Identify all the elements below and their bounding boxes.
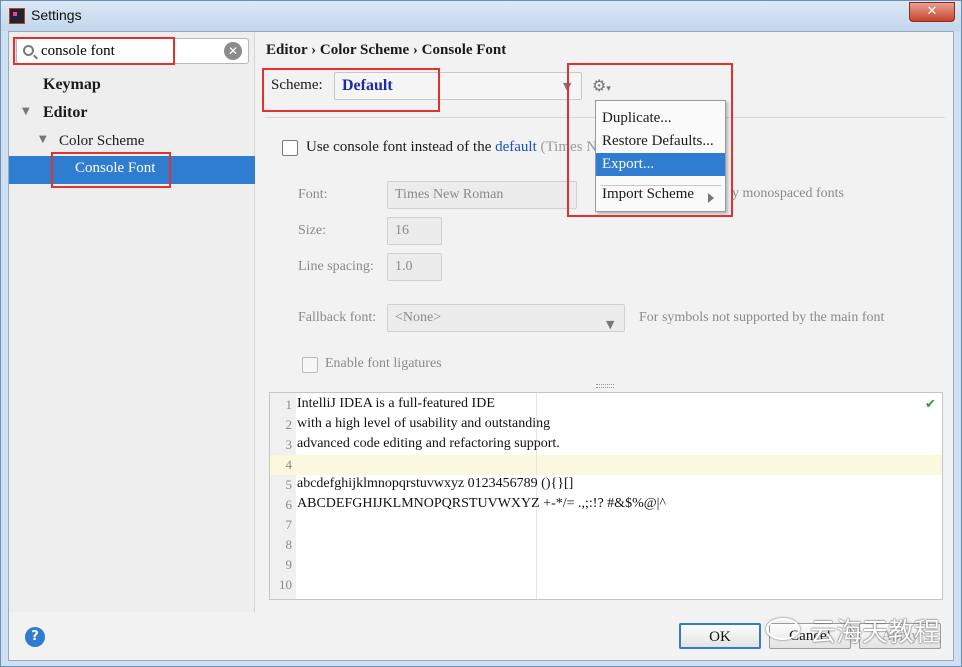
console-font-highlight-box xyxy=(51,152,171,188)
line-number: 4 xyxy=(285,457,293,472)
search-highlight-box xyxy=(13,37,175,65)
wechat-icon xyxy=(766,618,800,640)
line-number: 3 xyxy=(285,437,293,452)
fallback-font-value: <None> xyxy=(395,310,442,325)
close-window-button[interactable]: ✕ xyxy=(909,2,955,22)
fallback-font-combo[interactable]: <None> ▼ xyxy=(387,304,625,332)
size-field[interactable]: 16 xyxy=(387,217,442,245)
tree-item-editor[interactable]: Editor xyxy=(43,100,87,126)
line-number: 9 xyxy=(285,557,293,572)
splitter-handle[interactable] xyxy=(596,384,614,388)
fallback-chevron-down-icon: ▼ xyxy=(606,318,615,331)
size-label: Size: xyxy=(298,223,326,238)
code-line: abcdefghijklmnopqrstuvwxyz 0123456789 ()… xyxy=(297,476,574,491)
code-line: IntelliJ IDEA is a full-featured IDE xyxy=(297,396,495,411)
tree-item-keymap[interactable]: Keymap xyxy=(43,72,101,98)
fallback-font-label: Fallback font: xyxy=(298,310,377,325)
help-icon[interactable]: ? xyxy=(25,627,45,647)
default-font-link[interactable]: default xyxy=(495,139,537,155)
font-label: Font: xyxy=(298,187,328,202)
line-spacing-field[interactable]: 1.0 xyxy=(387,253,442,281)
code-line: with a high level of usability and outst… xyxy=(297,416,551,431)
line-spacing-label: Line spacing: xyxy=(298,259,374,274)
use-console-font-text: Use console font instead of the xyxy=(306,139,492,155)
line-number: 2 xyxy=(285,417,293,432)
expand-editor-arrow-icon[interactable]: ▼ xyxy=(22,107,32,117)
watermark-text: 云海天教程 xyxy=(810,618,941,648)
watermark: 云海天教程 xyxy=(766,610,946,650)
monospaced-only-label: y monospaced fonts xyxy=(732,186,844,201)
ok-button[interactable]: OK xyxy=(679,623,761,649)
code-line: ABCDEFGHIJKLMNOPQRSTUVWXYZ +-*/= .,;:!? … xyxy=(297,496,666,511)
current-line-highlight xyxy=(270,455,942,475)
fallback-font-hint: For symbols not supported by the main fo… xyxy=(639,310,885,325)
use-console-font-label: Use console font instead of the default … xyxy=(306,139,597,156)
tree-item-color-scheme[interactable]: Color Scheme xyxy=(59,128,144,154)
line-number: 1 xyxy=(285,397,293,412)
line-number: 6 xyxy=(285,497,293,512)
font-combo[interactable]: Times New Roman xyxy=(387,181,577,209)
scheme-highlight-box xyxy=(262,68,440,112)
line-number: 10 xyxy=(279,577,292,592)
use-console-font-checkbox[interactable] xyxy=(282,140,298,156)
intellij-app-icon xyxy=(9,8,25,24)
settings-tree-pane: ✕ Keymap ▼ Editor ▼ Color Scheme Console… xyxy=(9,32,255,612)
line-number: 8 xyxy=(285,537,293,552)
gear-menu-highlight-box xyxy=(567,63,733,217)
window-title: Settings xyxy=(31,7,82,23)
inspection-ok-icon: ✔ xyxy=(925,397,936,412)
code-line: advanced code editing and refactoring su… xyxy=(297,436,560,451)
settings-window: Settings ✕ ✕ Keymap ▼ Editor ▼ Color Sch… xyxy=(0,0,962,667)
title-bar: Settings ✕ xyxy=(1,1,961,31)
enable-ligatures-label: Enable font ligatures xyxy=(325,356,442,371)
dialog-client-area: ✕ Keymap ▼ Editor ▼ Color Scheme Console… xyxy=(8,31,954,661)
expand-color-scheme-arrow-icon[interactable]: ▼ xyxy=(39,135,49,145)
enable-ligatures-checkbox[interactable] xyxy=(302,357,318,373)
line-number: 7 xyxy=(285,517,293,532)
clear-search-icon[interactable]: ✕ xyxy=(224,42,242,60)
breadcrumb: Editor › Color Scheme › Console Font xyxy=(266,42,507,58)
line-number: 5 xyxy=(285,477,293,492)
font-preview-editor[interactable]: ✔ 1 IntelliJ IDEA is a full-featured IDE… xyxy=(269,392,943,600)
